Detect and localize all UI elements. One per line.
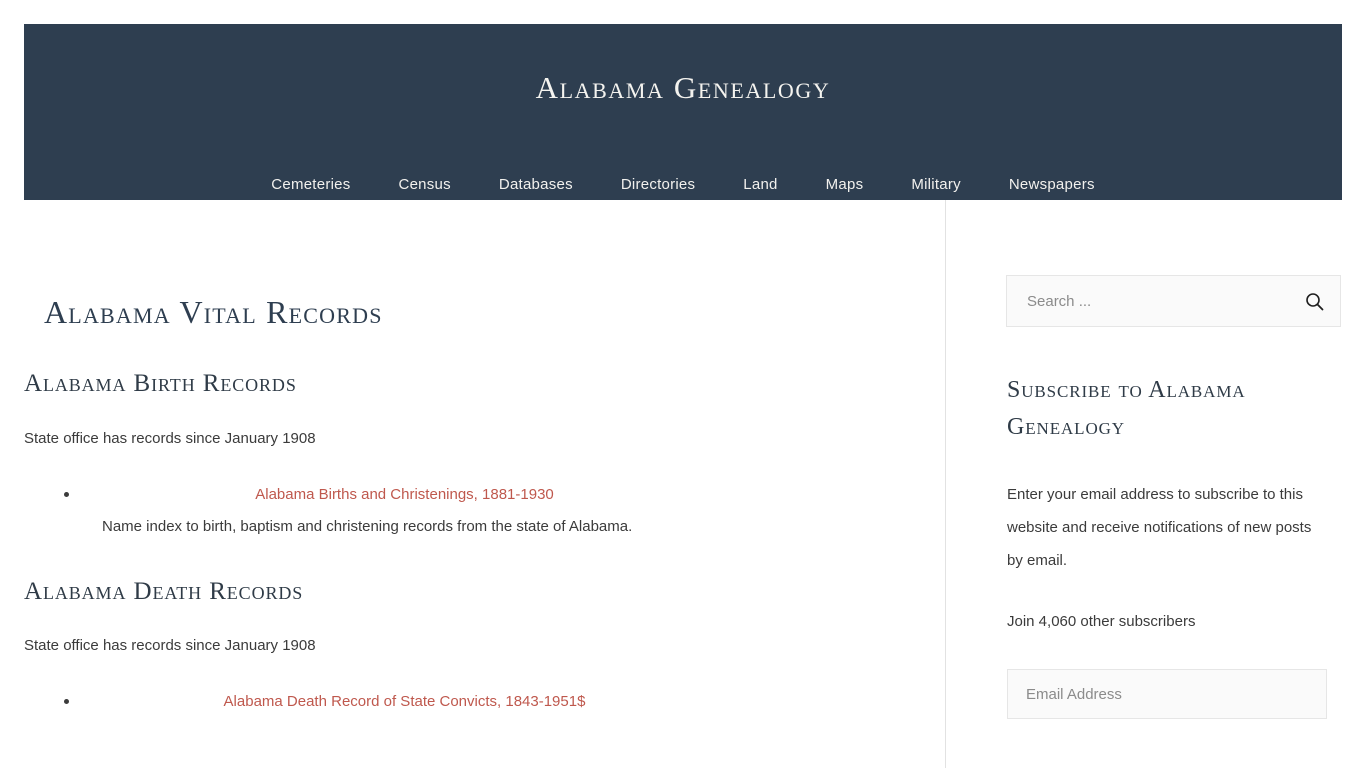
record-cost-indicator: $ [577, 693, 586, 710]
page-title: Alabama Vital Records [44, 294, 383, 331]
main-column: Alabama Vital Records Alabama Birth Reco… [24, 200, 929, 768]
section-heading-birth-records: Alabama Birth Records [24, 370, 297, 397]
bullet-marker [64, 491, 69, 497]
record-description: Name index to birth, baptism and christe… [102, 517, 633, 535]
bullet-marker [64, 699, 69, 704]
column-divider [945, 200, 946, 768]
nav-item-land[interactable]: Land [719, 174, 801, 196]
nav-item-databases[interactable]: Databases [475, 174, 597, 196]
search-submit-button[interactable] [1302, 289, 1326, 313]
search-input[interactable] [1025, 291, 1295, 311]
record-link-row: Alabama Death Record of State Convicts, … [80, 691, 929, 713]
search-box[interactable] [1006, 275, 1341, 327]
article-body: Alabama Birth Records State office has r… [24, 370, 929, 753]
site-title: Alabama Genealogy [535, 70, 831, 105]
nav-item-newspapers[interactable]: Newspapers [985, 174, 1119, 196]
subscribe-description: Enter your email address to subscribe to… [1007, 486, 1312, 569]
main-navigation: Cemeteries Census Databases Directories … [24, 174, 1342, 196]
search-widget [1006, 275, 1341, 327]
record-list-birth: Alabama Births and Christenings, 1881-19… [24, 484, 929, 538]
record-link[interactable]: Alabama Death Record of State Convicts, … [224, 693, 578, 710]
list-item: Alabama Death Record of State Convicts, … [24, 691, 929, 713]
list-item: Alabama Births and Christenings, 1881-19… [24, 484, 929, 538]
subscribe-widget-title: Subscribe to Alabama Genealogy [1007, 377, 1246, 440]
nav-item-cemeteries[interactable]: Cemeteries [247, 174, 374, 196]
nav-item-maps[interactable]: Maps [802, 174, 888, 196]
section-heading-death-records: Alabama Death Records [24, 577, 304, 605]
nav-item-census[interactable]: Census [375, 174, 475, 196]
site-header: Alabama Genealogy Cemeteries Census Data… [24, 24, 1342, 200]
page-root: Alabama Genealogy Cemeteries Census Data… [0, 0, 1366, 768]
subscribe-widget: Subscribe to Alabama Genealogy Enter you… [1007, 372, 1342, 719]
email-field[interactable] [1007, 669, 1327, 719]
subscriber-count: Join 4,060 other subscribers [1007, 613, 1196, 630]
sidebar: Subscribe to Alabama Genealogy Enter you… [1006, 200, 1342, 768]
section-intro-birth-records: State office has records since January 1… [24, 429, 316, 447]
content-wrapper: Alabama Vital Records Alabama Birth Reco… [24, 200, 1342, 768]
record-link[interactable]: Alabama Births and Christenings, 1881-19… [255, 486, 554, 503]
nav-item-directories[interactable]: Directories [597, 174, 719, 196]
search-icon [1305, 292, 1323, 310]
section-intro-death-records: State office has records since January 1… [24, 637, 316, 654]
nav-item-military[interactable]: Military [887, 174, 985, 196]
record-list-death: Alabama Death Record of State Convicts, … [24, 691, 929, 713]
record-link-row: Alabama Births and Christenings, 1881-19… [80, 484, 929, 506]
